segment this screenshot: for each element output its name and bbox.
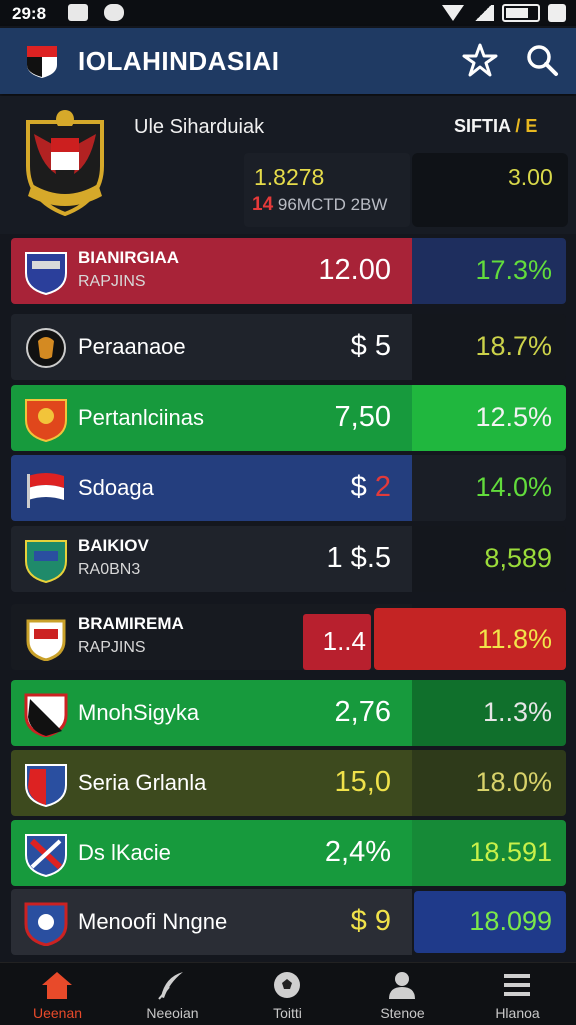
- wifi-icon: [442, 5, 464, 21]
- team-name: MnohSigyka: [78, 700, 200, 725]
- club-name: Ule Siharduiak: [134, 116, 265, 138]
- nav-label: Toitti: [273, 1005, 302, 1021]
- nav-item-match[interactable]: Toitti: [230, 963, 345, 1025]
- team-crest-icon: [25, 834, 67, 877]
- team-crest-icon: [25, 764, 67, 807]
- team-name: Seria Grlanla: [78, 770, 207, 795]
- table-row[interactable]: Seria Grlanla 15,0 18.0%: [11, 750, 566, 816]
- table-row[interactable]: Pertanlciinas 7,50 12.5%: [11, 385, 566, 451]
- nav-label: Ueenan: [32, 1005, 83, 1021]
- row-price: 2,4%: [324, 836, 391, 868]
- team-crest-icon: [25, 540, 67, 583]
- row-percent: 12.5%: [475, 402, 552, 432]
- setting-extra: / E: [515, 116, 538, 136]
- team-name: BRAMIREMA: [78, 614, 184, 633]
- row-percent: 18.591: [469, 837, 552, 867]
- nav-item-news[interactable]: Neeoian: [115, 963, 230, 1025]
- team-crest-icon: [25, 252, 67, 295]
- signal-icon: [472, 5, 494, 21]
- feather-icon: [158, 972, 183, 1000]
- search-icon[interactable]: [524, 42, 560, 78]
- row-price-accent: 2: [374, 471, 391, 503]
- person-icon: [389, 972, 415, 999]
- row-price: 15,0: [334, 766, 391, 798]
- nav-label: Stenoe: [380, 1005, 425, 1021]
- row-percent: 14.0%: [475, 472, 552, 502]
- team-crest-icon: [24, 902, 68, 946]
- team-name: Ds lKacie: [78, 840, 171, 865]
- row-price: $ 5: [350, 330, 391, 362]
- status-bar: 29:8: [0, 0, 576, 26]
- club-crest-icon: [26, 110, 104, 216]
- team-subtitle: RA0BN3: [78, 561, 141, 578]
- home-icon: [42, 972, 72, 999]
- table-row[interactable]: Sdoaga $ 2 14.0%: [11, 455, 566, 521]
- table-row[interactable]: MnohSigyka 2,76 1..3%: [11, 680, 566, 746]
- nav-item-home[interactable]: Ueenan: [0, 963, 115, 1025]
- header-right-value: 3.00: [508, 164, 553, 190]
- table-row[interactable]: Peraanaoe $ 5 18.7%: [11, 314, 566, 380]
- row-price: $ 2: [350, 471, 391, 503]
- setting-label[interactable]: SIFTIA / E: [454, 116, 537, 137]
- row-percent: 1..3%: [482, 697, 552, 727]
- row-percent: 8,589: [484, 543, 552, 573]
- team-name: Sdoaga: [78, 475, 154, 500]
- nav-item-profile[interactable]: Stenoe: [345, 963, 460, 1025]
- header-sub-code: 14: [252, 194, 274, 215]
- row-percent: 11.8%: [477, 624, 552, 654]
- nav-label: Neeoian: [146, 1005, 199, 1021]
- team-crest-icon: [26, 328, 66, 368]
- table-row[interactable]: BIANIRGIAA RAPJINS 12.00 17.3%: [11, 238, 566, 304]
- nav-label: Hlanoa: [495, 1005, 540, 1021]
- row-price: 12.00: [318, 254, 391, 286]
- table-row[interactable]: BAIKIOV RA0BN3 1 $.5 8,589: [11, 526, 566, 592]
- row-price: $ 9: [350, 905, 391, 937]
- row-price: 7,50: [334, 401, 391, 433]
- table-row[interactable]: BRAMIREMA RAPJINS 1..4 11.8%: [11, 604, 566, 670]
- team-flag-icon: [27, 473, 64, 508]
- battery-icon: [502, 4, 540, 22]
- team-crest-icon: [26, 619, 66, 661]
- team-subtitle: RAPJINS: [78, 273, 146, 290]
- app-bar: IOLAHINDASIAI: [0, 28, 576, 94]
- row-price: 1 $.5: [326, 542, 392, 574]
- team-name: Peraanaoe: [78, 334, 186, 359]
- flag-shield-icon[interactable]: [24, 43, 60, 79]
- row-percent: 18.0%: [475, 767, 552, 797]
- team-name: Pertanlciinas: [78, 405, 204, 430]
- header-sub-text: 96MCTD 2BW: [277, 195, 388, 214]
- team-name: BAIKIOV: [78, 536, 149, 555]
- status-time: 29:8: [12, 4, 47, 23]
- menu-icon: [504, 974, 530, 996]
- status-app-icon: [548, 4, 566, 22]
- header-odds: 1.8278: [254, 164, 325, 190]
- team-subtitle: RAPJINS: [78, 639, 146, 656]
- nav-item-menu[interactable]: Hlanoa: [460, 963, 575, 1025]
- table-row[interactable]: Ds lKacie 2,4% 18.591: [11, 820, 566, 886]
- favorite-star-icon[interactable]: [462, 42, 498, 78]
- team-crest-icon: [25, 399, 67, 442]
- app-notification-icon: [104, 4, 124, 21]
- row-percent: 18.099: [469, 906, 552, 936]
- row-price: 2,76: [334, 696, 391, 728]
- row-price: 1..4: [322, 626, 366, 656]
- table-row[interactable]: Menoofi Nngne $ 9 18.099: [11, 889, 566, 955]
- app-title: IOLAHINDASIAI: [78, 46, 280, 76]
- team-crest-icon: [24, 693, 68, 737]
- team-name: BIANIRGIAA: [78, 248, 180, 267]
- header-sub: 14 96MCTD 2BW: [252, 194, 387, 216]
- bottom-nav: Ueenan Neeoian Toitti Stenoe Hlanoa: [0, 962, 576, 1025]
- notification-icon: [68, 4, 88, 21]
- row-percent: 18.7%: [475, 331, 552, 361]
- team-name: Menoofi Nngne: [78, 909, 228, 934]
- ball-icon: [274, 972, 300, 998]
- row-percent: 17.3%: [475, 255, 552, 285]
